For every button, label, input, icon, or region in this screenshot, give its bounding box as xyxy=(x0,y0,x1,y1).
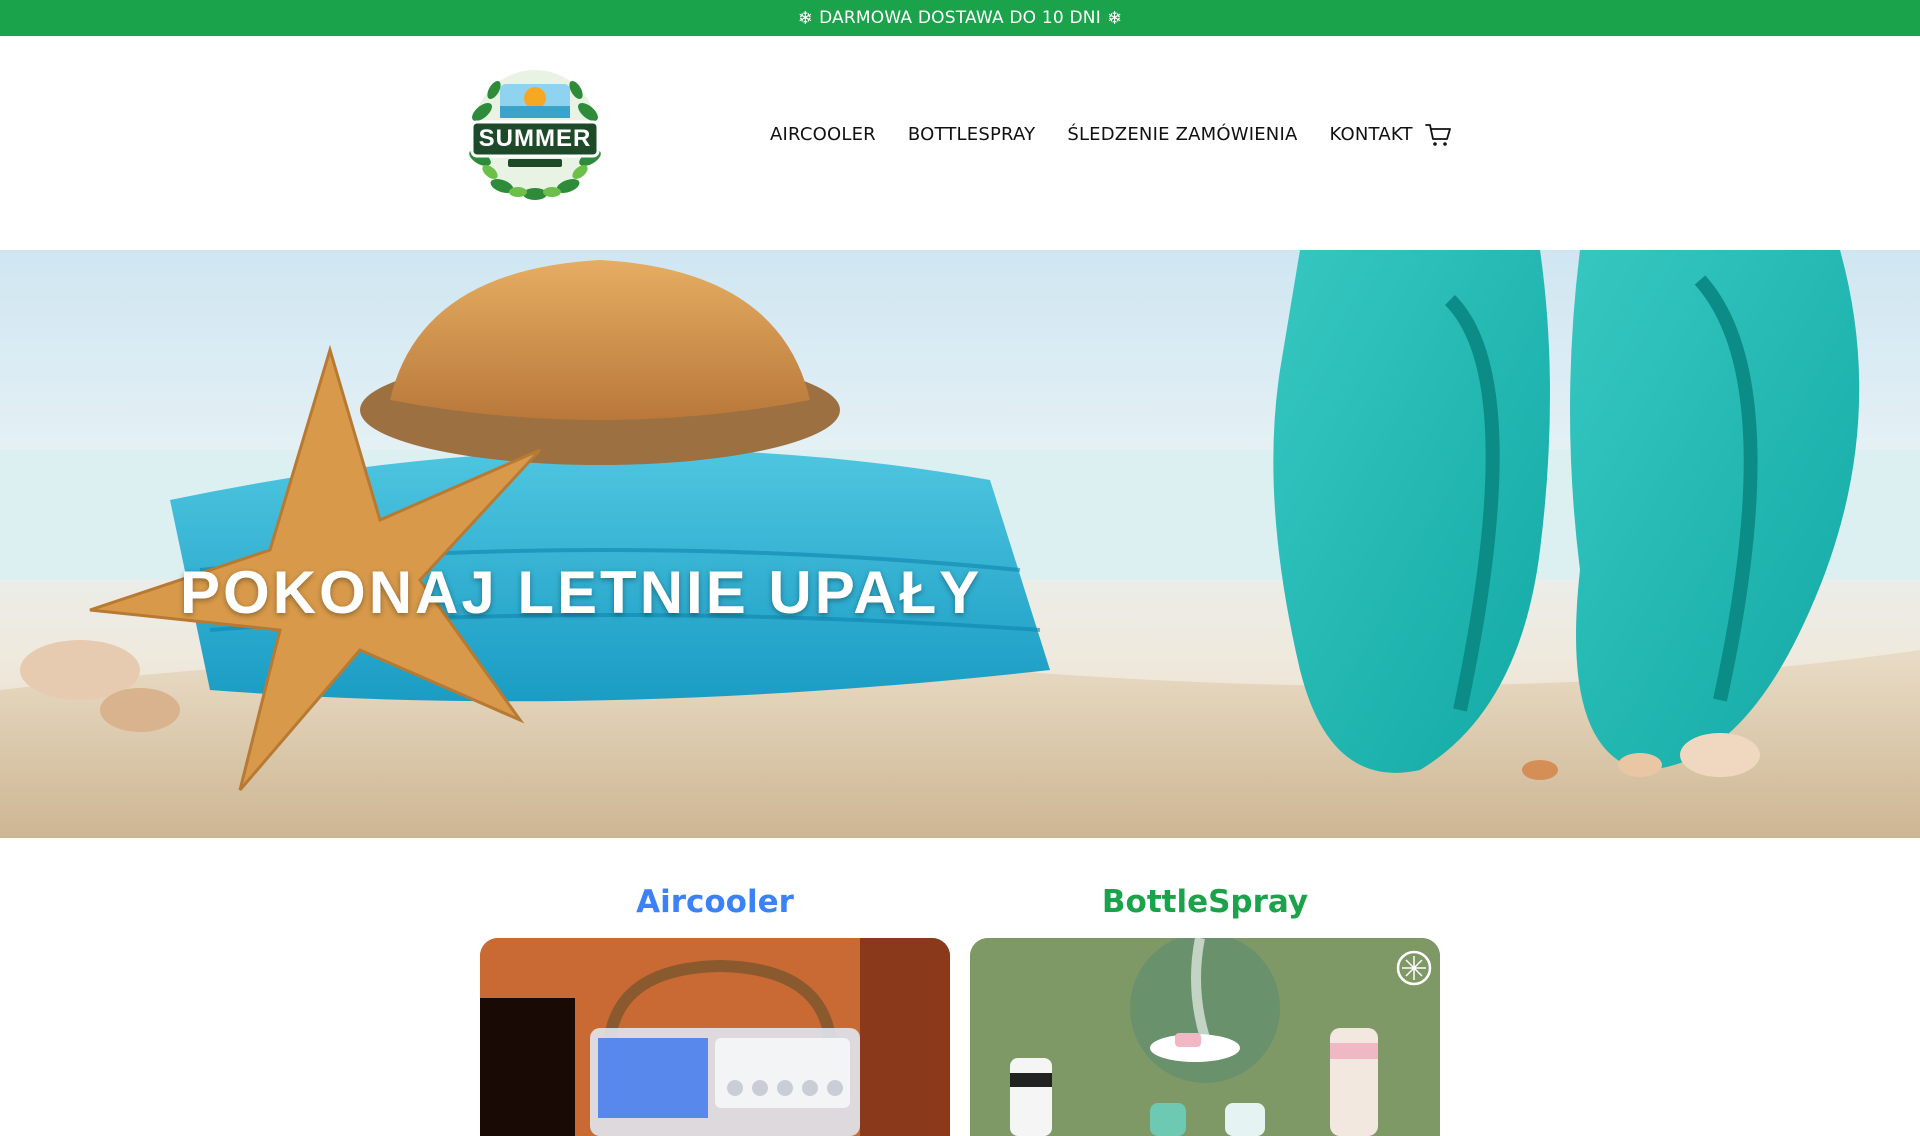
announcement-bar: ❄ DARMOWA DOSTAWA DO 10 DNI ❄ xyxy=(0,0,1920,36)
svg-text:SUMMER: SUMMER xyxy=(479,125,592,152)
product-card-bottlespray[interactable] xyxy=(970,938,1440,1136)
hero-beach-image xyxy=(0,250,1920,838)
summer-logo-icon: SUMMER xyxy=(469,70,601,200)
announcement-text: DARMOWA DOSTAWA DO 10 DNI xyxy=(819,8,1101,28)
product-title-bottlespray[interactable]: BottleSpray xyxy=(970,884,1440,920)
cart-icon xyxy=(1425,124,1451,146)
summer-logo[interactable]: SUMMER xyxy=(462,62,608,202)
hero-banner: POKONAJ LETNIE UPAŁY xyxy=(0,250,1920,838)
bottlespray-product-image xyxy=(970,938,1440,1136)
site-header: SUMMER AIRCOOLER BOTTLESPRAY ŚLEDZENIE Z… xyxy=(0,36,1920,250)
snowflake-icon: ❄ xyxy=(1106,7,1123,29)
snowflake-icon: ❄ xyxy=(797,7,814,29)
aircooler-product-image xyxy=(480,938,950,1136)
nav-bottlespray[interactable]: BOTTLESPRAY xyxy=(908,124,1035,145)
product-title-aircooler[interactable]: Aircooler xyxy=(480,884,950,920)
product-card-aircooler[interactable] xyxy=(480,938,950,1136)
hero-title: POKONAJ LETNIE UPAŁY xyxy=(180,559,983,626)
cart-button[interactable] xyxy=(1424,122,1452,148)
nav-aircooler[interactable]: AIRCOOLER xyxy=(770,124,876,145)
main-nav: AIRCOOLER BOTTLESPRAY ŚLEDZENIE ZAMÓWIEN… xyxy=(770,124,1445,220)
nav-contact[interactable]: KONTAKT xyxy=(1329,124,1412,145)
nav-order-tracking[interactable]: ŚLEDZENIE ZAMÓWIENIA xyxy=(1067,124,1297,145)
